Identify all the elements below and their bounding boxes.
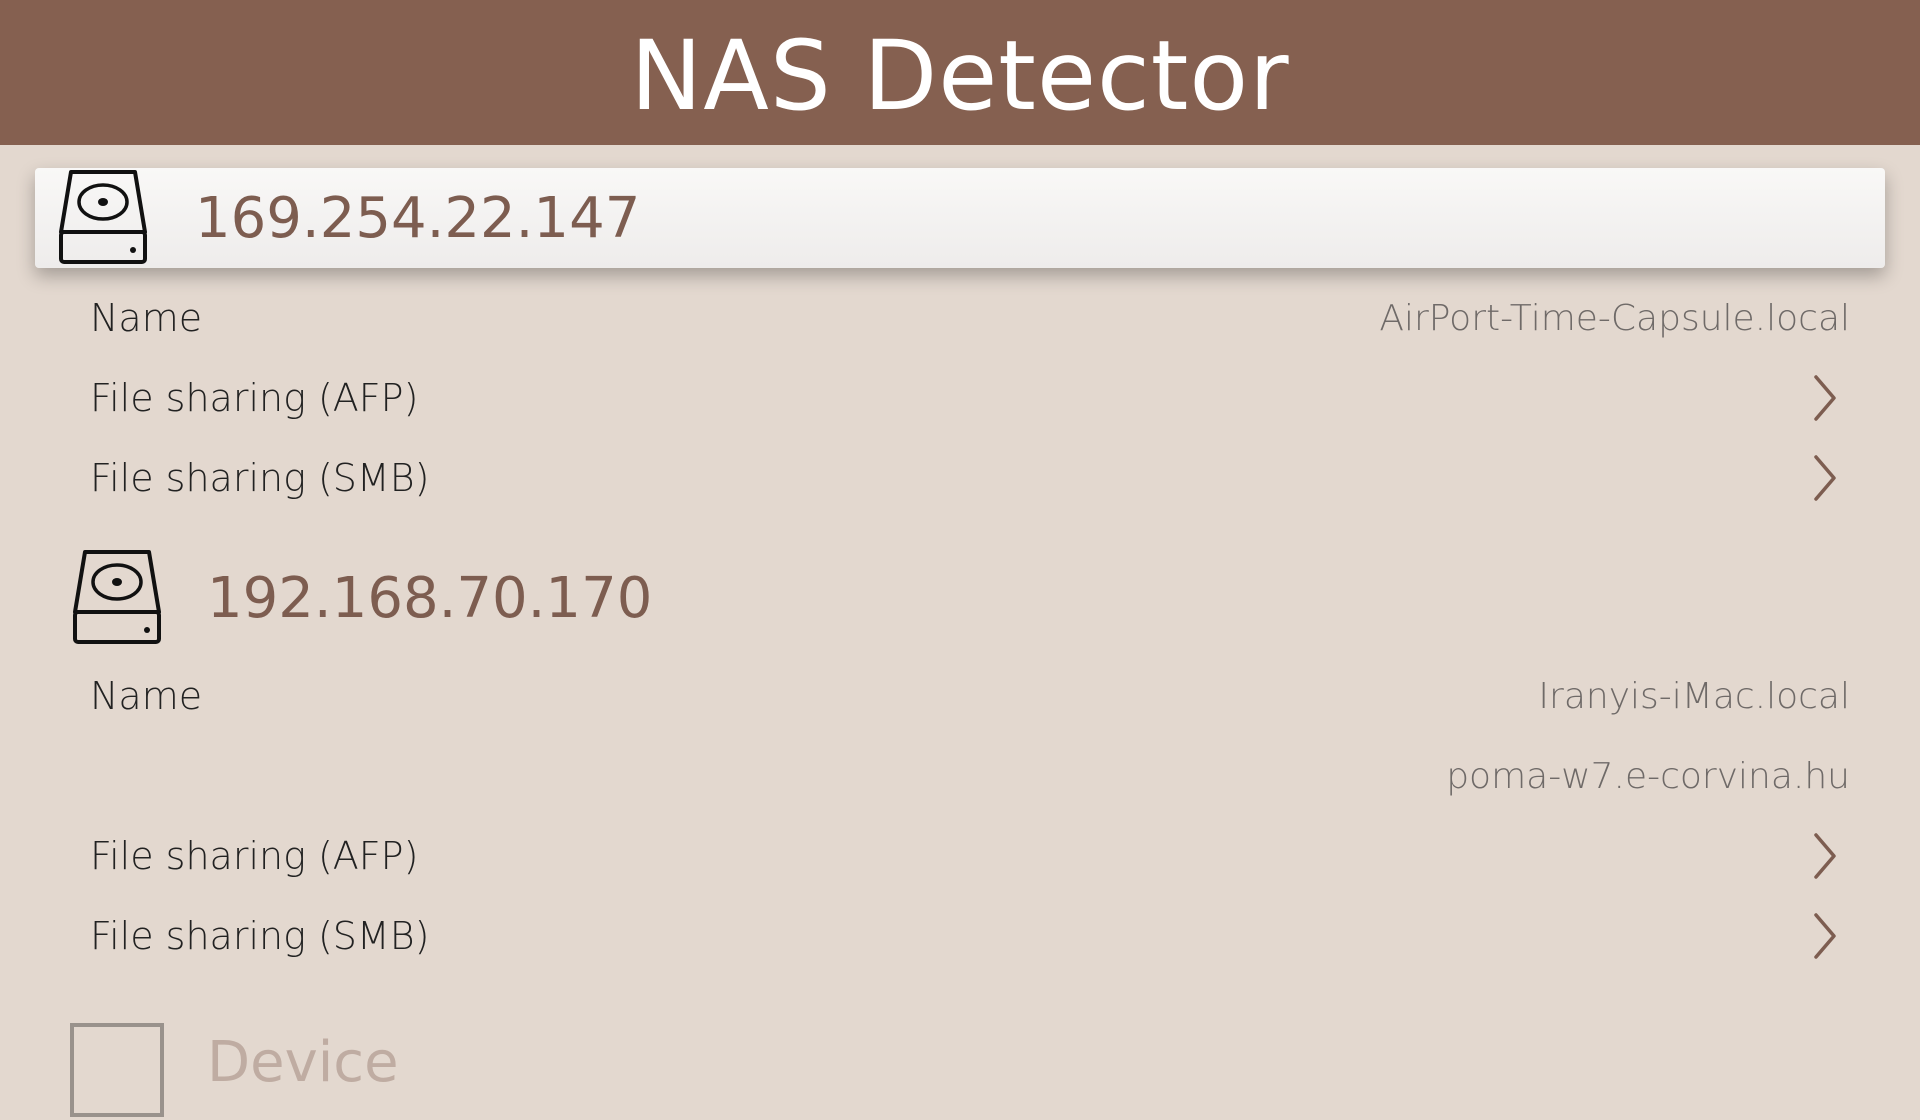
- device-placeholder-icon: [70, 1023, 164, 1117]
- device-name-row-extra: poma-w7.e-corvina.hu: [90, 741, 1850, 811]
- chevron-right-icon: [1814, 455, 1836, 501]
- device-ip-address: Device: [207, 1030, 399, 1095]
- service-label: File sharing (AFP): [90, 376, 419, 420]
- service-row-afp[interactable]: File sharing (AFP): [90, 363, 1850, 433]
- device-name-value: Iranyis-iMac.local: [1538, 675, 1850, 717]
- hard-drive-icon: [59, 170, 147, 264]
- device-name-row: Name AirPort-Time-Capsule.local: [90, 283, 1850, 353]
- device-name-value: poma-w7.e-corvina.hu: [1446, 755, 1850, 797]
- app-title: NAS Detector: [630, 19, 1290, 132]
- device-name-row: Name Iranyis-iMac.local: [90, 661, 1850, 731]
- app-header: NAS Detector: [0, 0, 1920, 145]
- chevron-right-icon: [1814, 375, 1836, 421]
- service-label: File sharing (SMB): [90, 456, 430, 500]
- chevron-right-icon: [1814, 833, 1836, 879]
- device-item-3[interactable]: Device: [35, 1008, 1885, 1117]
- service-label: File sharing (AFP): [90, 834, 419, 878]
- service-row-smb[interactable]: File sharing (SMB): [90, 901, 1850, 971]
- hard-drive-icon: [73, 550, 161, 644]
- name-label: Name: [90, 674, 203, 718]
- service-row-afp[interactable]: File sharing (AFP): [90, 821, 1850, 891]
- device-ip-address: 169.254.22.147: [195, 185, 641, 251]
- device-item-1[interactable]: 169.254.22.147: [35, 168, 1885, 268]
- service-row-smb[interactable]: File sharing (SMB): [90, 443, 1850, 513]
- name-label: Name: [90, 296, 203, 340]
- service-label: File sharing (SMB): [90, 914, 430, 958]
- device-item-2[interactable]: 192.168.70.170: [35, 548, 1885, 648]
- chevron-right-icon: [1814, 913, 1836, 959]
- device-name-value: AirPort-Time-Capsule.local: [1379, 297, 1850, 339]
- device-ip-address: 192.168.70.170: [207, 565, 653, 631]
